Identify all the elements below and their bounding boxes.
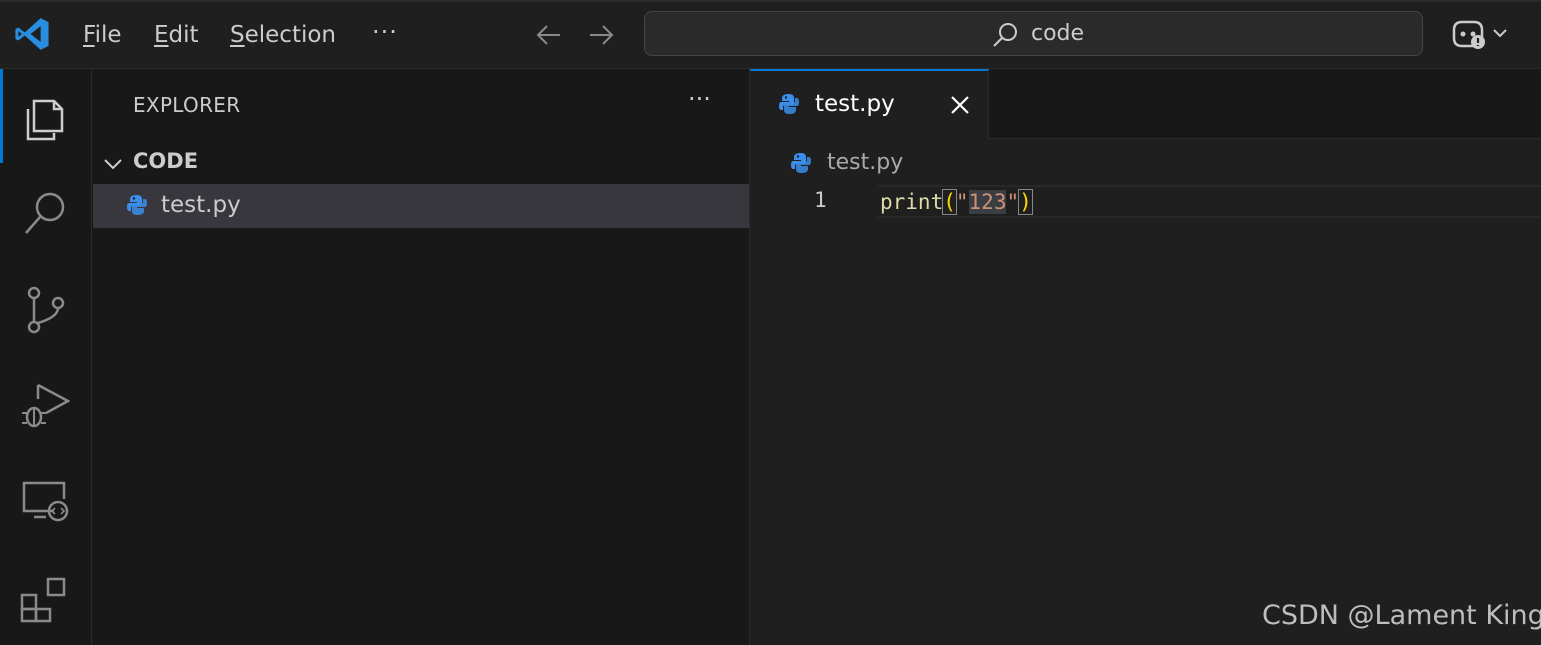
sidebar-title: EXPLORER — [133, 93, 241, 117]
tab-label: test.py — [815, 91, 895, 117]
breadcrumb-file: test.py — [827, 150, 904, 175]
command-center-search[interactable]: code — [644, 11, 1423, 56]
menu-edit[interactable]: Edit — [154, 20, 199, 50]
window-top-edge — [0, 0, 1541, 2]
active-indicator — [0, 69, 3, 163]
menu-selection-accelerator: S — [230, 22, 245, 48]
file-label: test.py — [161, 192, 241, 218]
editor-tab-bar: test.py — [750, 69, 1541, 139]
menu-file[interactable]: File — [83, 20, 122, 50]
token-quote-close: " — [1006, 190, 1020, 214]
token-open-paren: ( — [942, 189, 957, 215]
activity-run-debug[interactable] — [0, 357, 91, 451]
explorer-sidebar: EXPLORER ··· CODE test.py — [92, 69, 750, 645]
command-center-text: code — [1031, 21, 1085, 46]
source-control-icon — [27, 286, 65, 334]
menu-selection[interactable]: Selection — [230, 20, 336, 50]
title-bar: File Edit Selection ··· code — [0, 0, 1541, 69]
activity-bar — [0, 69, 92, 645]
code-editor[interactable]: 1 print("123") — [750, 185, 1541, 645]
python-icon — [127, 195, 147, 215]
tab-test-py[interactable]: test.py — [750, 69, 989, 139]
token-string: 123 — [968, 190, 1007, 214]
activity-extensions[interactable] — [0, 549, 91, 643]
menu-edit-label: dit — [168, 22, 199, 48]
token-quote-open: " — [955, 190, 969, 214]
python-icon — [791, 153, 811, 173]
menu-file-accelerator: F — [83, 22, 95, 48]
file-row-test-py[interactable]: test.py — [93, 184, 749, 228]
extensions-icon — [20, 577, 66, 623]
menu-edit-accelerator: E — [154, 22, 169, 48]
activity-source-control[interactable] — [0, 261, 91, 355]
search-icon — [993, 23, 1017, 47]
activity-explorer[interactable] — [0, 69, 91, 163]
activity-remote-explorer[interactable] — [0, 453, 91, 547]
explorer-icon — [26, 99, 64, 141]
sidebar-more-actions-button[interactable]: ··· — [688, 85, 711, 113]
search-icon — [25, 192, 65, 234]
activity-search[interactable] — [0, 165, 91, 259]
chevron-down-icon — [104, 159, 122, 170]
watermark: CSDN @Lament King — [1262, 600, 1541, 631]
menu-file-label: ile — [94, 22, 122, 48]
arrow-left-icon[interactable] — [534, 20, 564, 50]
folder-row-code[interactable]: CODE — [92, 145, 748, 181]
folder-label: CODE — [133, 149, 199, 173]
token-function: print — [880, 190, 944, 214]
close-icon[interactable] — [948, 93, 972, 117]
menu-selection-label: election — [244, 22, 337, 48]
run-debug-icon — [22, 383, 70, 428]
line-number: 1 — [814, 188, 827, 212]
token-close-paren: ) — [1018, 189, 1033, 215]
copilot-icon[interactable] — [1448, 16, 1514, 52]
python-icon — [779, 94, 799, 114]
code-line[interactable]: print("123") — [880, 188, 1033, 216]
remote-explorer-icon — [22, 481, 69, 522]
vscode-logo-icon — [15, 18, 49, 50]
arrow-right-icon[interactable] — [586, 20, 616, 50]
menu-more-button[interactable]: ··· — [372, 18, 398, 46]
